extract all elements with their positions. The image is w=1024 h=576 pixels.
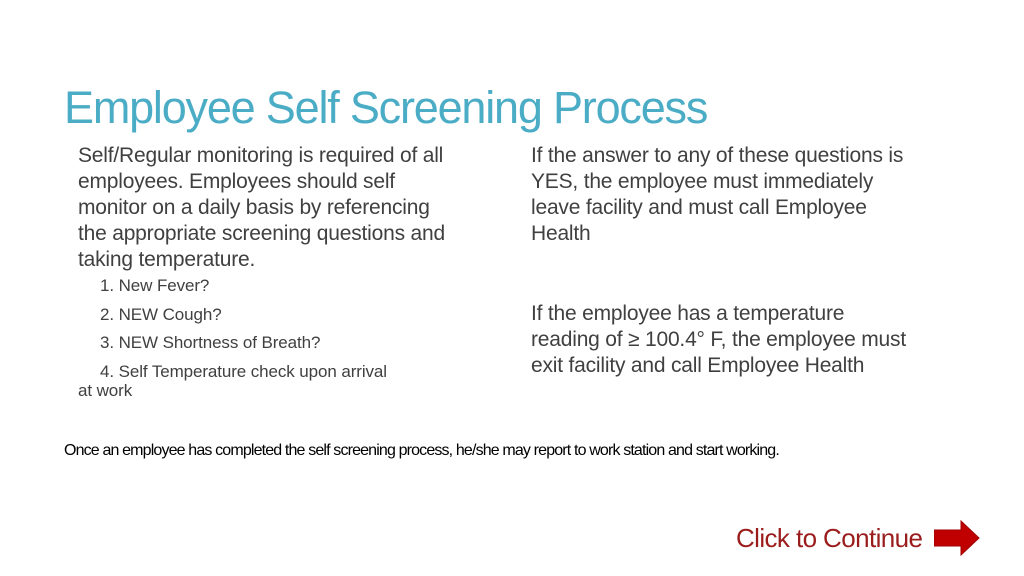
- question-number: 4.: [100, 361, 114, 381]
- question-text-continuation: at work: [78, 380, 133, 400]
- left-column: Self/Regular monitoring is required of a…: [78, 143, 458, 400]
- question-number: 2.: [100, 304, 114, 324]
- slide-title: Employee Self Screening Process: [64, 82, 708, 133]
- question-text: NEW Shortness of Breath?: [118, 333, 321, 352]
- list-item: 2. NEW Cough?: [100, 305, 458, 324]
- list-item: 4. Self Temperature check upon arrival a…: [78, 361, 458, 400]
- temperature-instructions: If the employee has a temperature readin…: [531, 301, 911, 379]
- question-text: New Fever?: [118, 276, 210, 295]
- slide: Employee Self Screening Process Self/Reg…: [0, 0, 1024, 576]
- yes-answer-instructions: If the answer to any of these questions …: [531, 143, 911, 247]
- monitoring-instructions: Self/Regular monitoring is required of a…: [78, 144, 445, 271]
- question-text: NEW Cough?: [118, 304, 222, 324]
- yes-answer-text: If the answer to any of these questions …: [531, 144, 904, 245]
- screening-questions-list: 1. New Fever? 2. NEW Cough? 3. NEW Short…: [78, 276, 458, 400]
- list-item: 1. New Fever?: [100, 276, 458, 295]
- completion-note: Once an employee has completed the self …: [64, 442, 780, 459]
- click-to-continue-button[interactable]: Click to Continue: [736, 520, 981, 556]
- question-number: 3.: [100, 333, 114, 352]
- question-text: Self Temperature check upon arrival: [118, 361, 387, 381]
- question-number: 1.: [100, 276, 114, 295]
- temperature-text: If the employee has a temperature readin…: [531, 302, 906, 377]
- list-item: 3. NEW Shortness of Breath?: [100, 333, 458, 352]
- continue-label[interactable]: Click to Continue: [736, 520, 923, 556]
- right-arrow-icon[interactable]: [934, 520, 981, 556]
